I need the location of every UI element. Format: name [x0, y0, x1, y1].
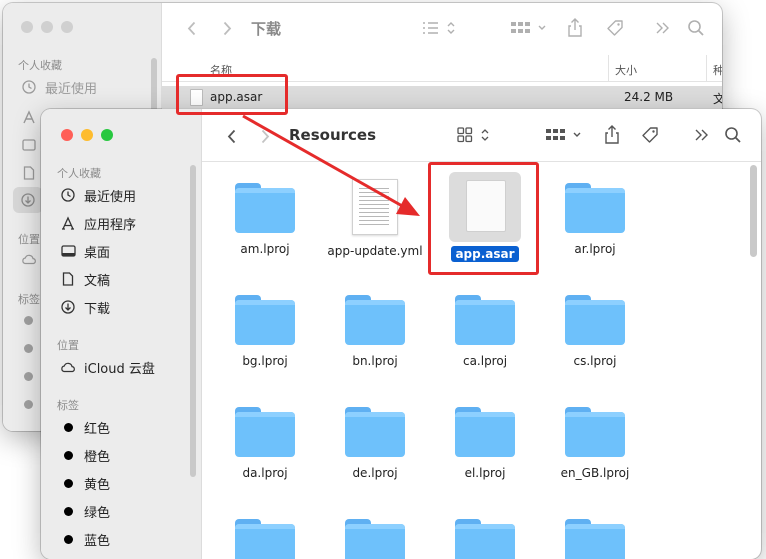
annotation-arrow-icon: [242, 114, 420, 216]
